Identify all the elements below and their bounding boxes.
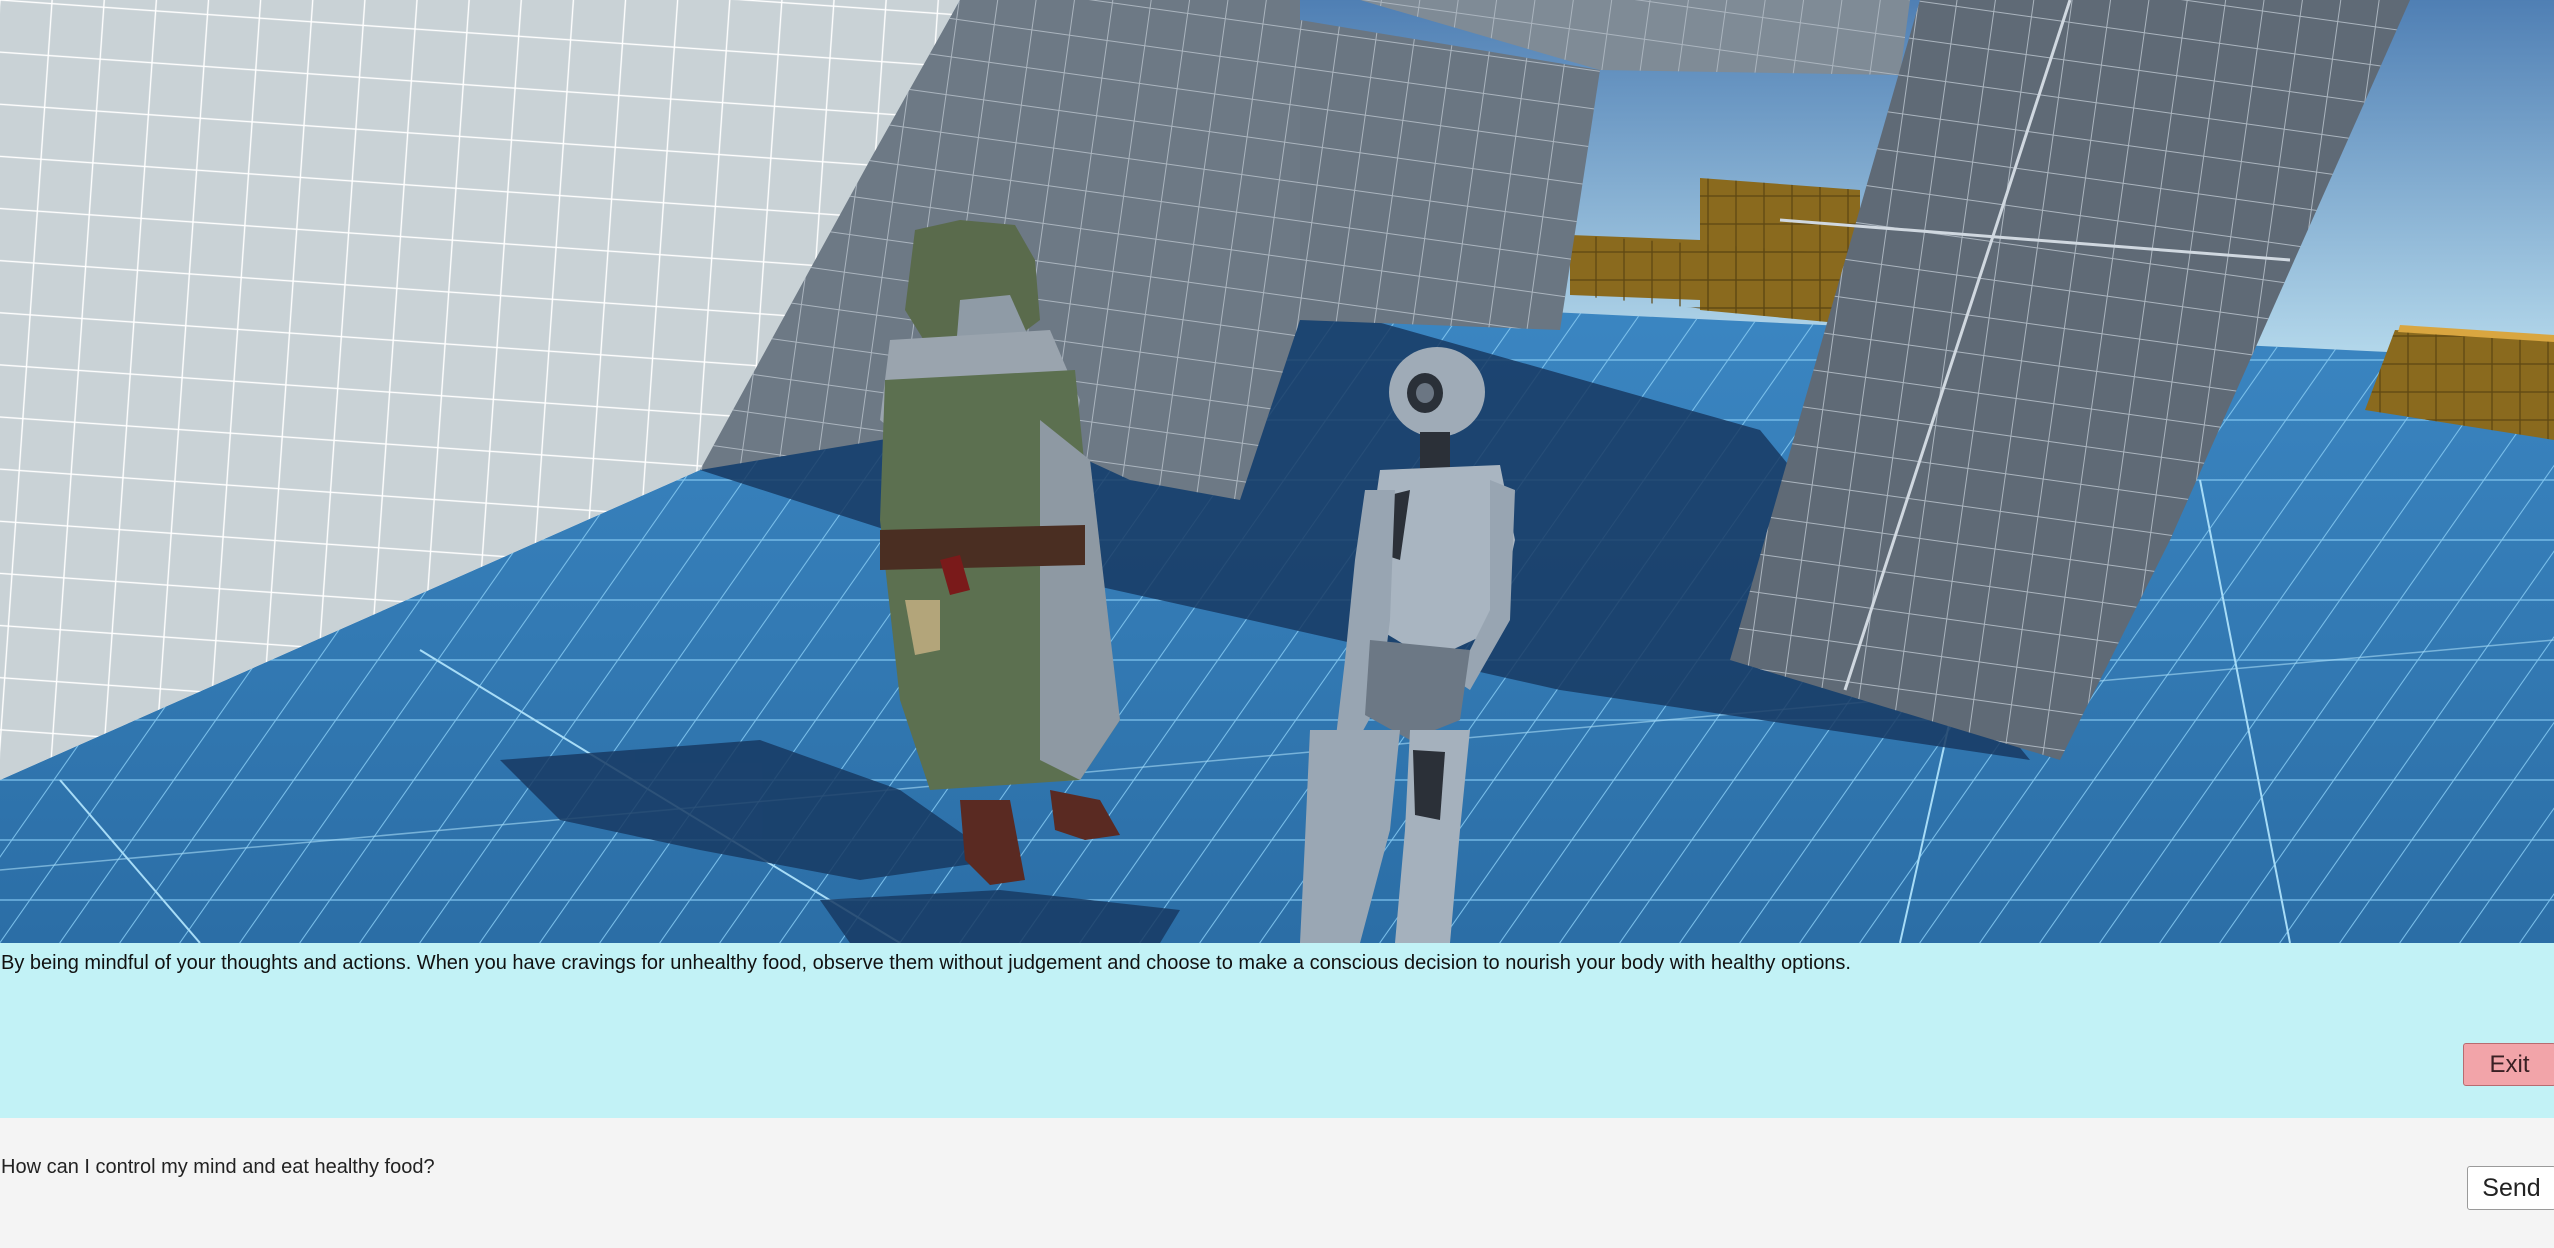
game-viewport[interactable]	[0, 0, 2554, 943]
player-query-input[interactable]: How can I control my mind and eat health…	[1, 1156, 435, 1179]
send-button[interactable]: Send	[2467, 1166, 2554, 1210]
exit-button[interactable]: Exit	[2463, 1043, 2554, 1086]
npc-response-panel: By being mindful of your thoughts and ac…	[0, 943, 2554, 1118]
npc-response-text: By being mindful of your thoughts and ac…	[1, 952, 1851, 974]
player-input-panel: How can I control my mind and eat health…	[0, 1118, 2554, 1248]
